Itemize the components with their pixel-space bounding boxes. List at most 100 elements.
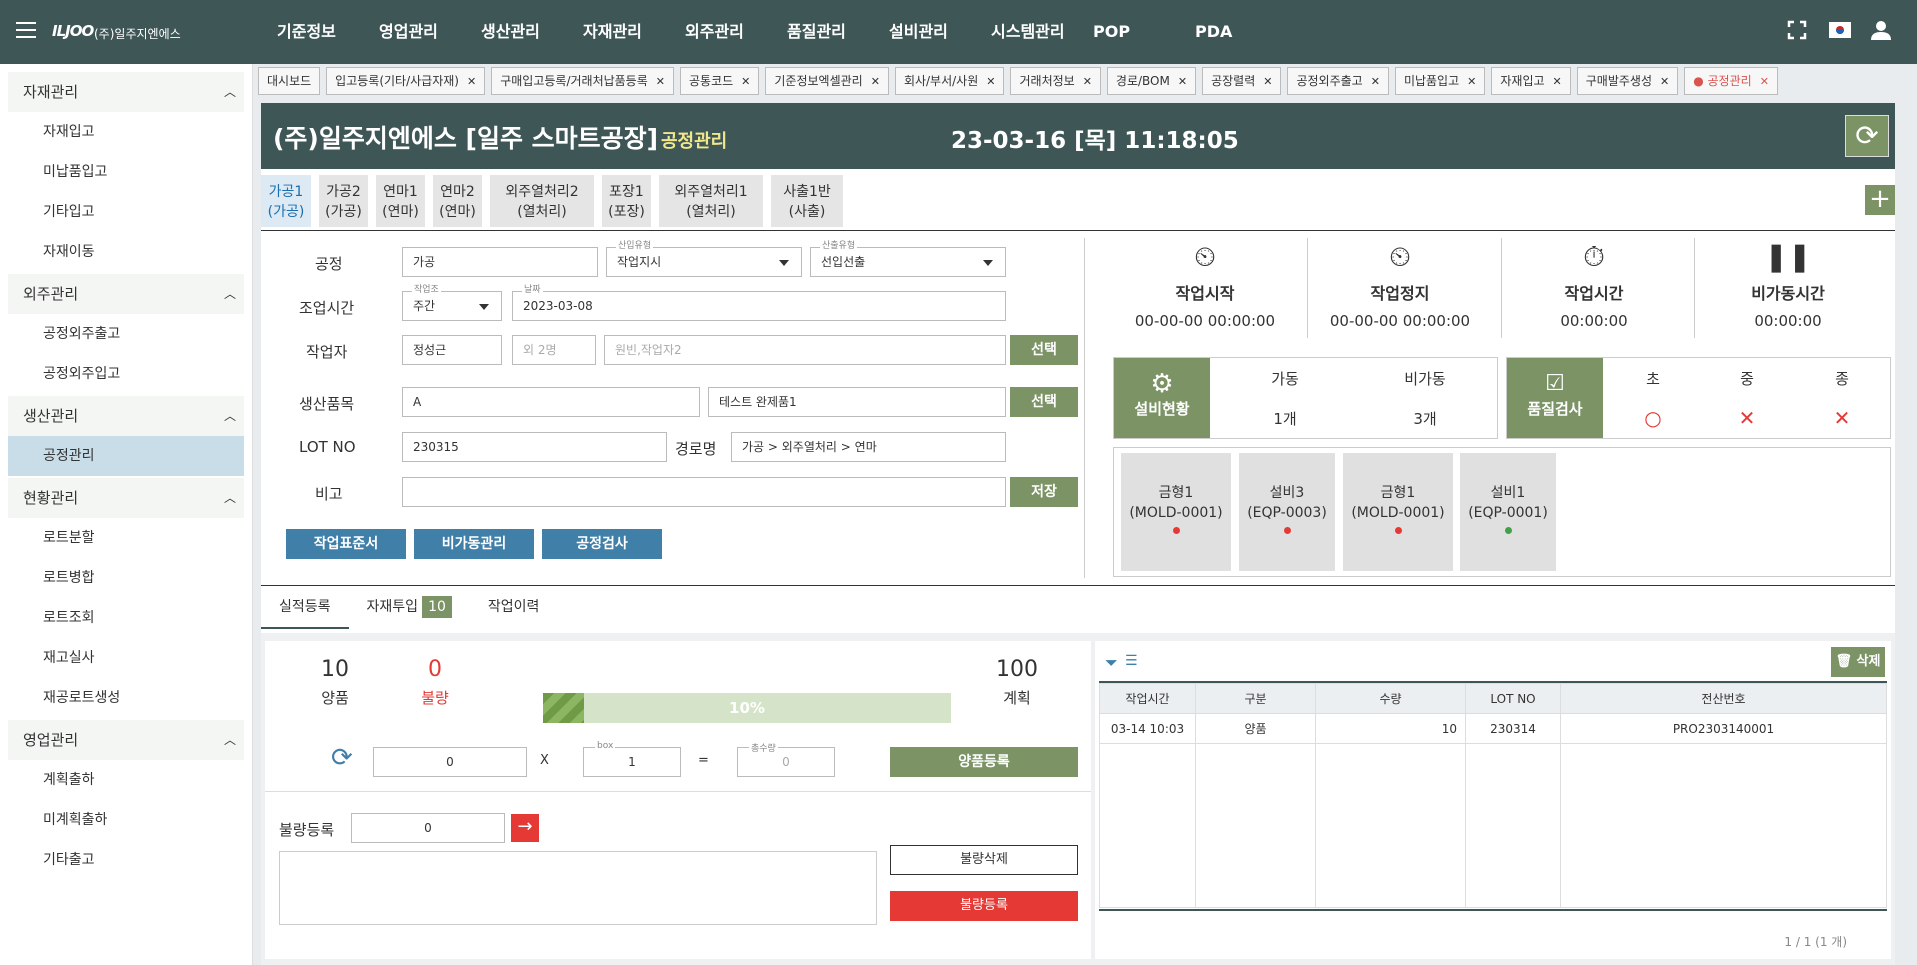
fullscreen-icon[interactable] [1787,20,1807,40]
work-standard-button[interactable]: 작업표준서 [286,529,406,559]
defect-quantity-field[interactable]: 0 [351,813,505,843]
close-icon[interactable]: ✕ [1263,75,1272,88]
shift-select[interactable]: 주간 [402,291,502,321]
inspection-button[interactable]: 공정검사 [542,529,662,559]
page-tab[interactable]: 공정외주출고 ✕ [1287,67,1389,95]
product-name-field[interactable]: 테스트 완제품1 [708,387,1006,417]
worker-field[interactable]: 정성근 [402,335,502,365]
close-icon[interactable]: ✕ [1178,75,1187,88]
page-tab[interactable]: 공통코드 ✕ [680,67,760,95]
page-tab[interactable]: 입고등록(기타/사급자재) ✕ [326,67,486,95]
sidebar-group-sales[interactable]: 영업관리 ︿ [8,720,244,760]
language-flag-icon[interactable] [1829,20,1851,40]
sidebar-item[interactable]: 자재입고 [8,112,244,152]
column-header[interactable]: 수량 [1315,683,1466,714]
defect-apply-icon[interactable]: → [511,814,539,842]
close-icon[interactable]: ✕ [1660,75,1669,88]
menu-item[interactable]: PDA [1195,0,1297,64]
defect-list[interactable] [279,851,877,925]
close-icon[interactable]: ✕ [986,75,995,88]
close-icon[interactable]: ✕ [1083,75,1092,88]
sidebar-item[interactable]: 기타출고 [8,840,244,880]
sidebar-item[interactable]: 기타입고 [8,192,244,232]
close-icon[interactable]: ✕ [1467,75,1476,88]
page-tab[interactable]: 구매발주생성 ✕ [1576,67,1679,95]
reset-icon[interactable]: ⟳ [331,743,353,773]
sidebar-group-status[interactable]: 현황관리 ︿ [8,478,244,518]
defect-delete-button[interactable]: 불량삭제 [890,845,1078,875]
close-icon[interactable]: ✕ [656,75,665,88]
page-tab[interactable]: 미납품입고 ✕ [1394,67,1486,95]
process-tab[interactable]: 가공2 (가공) [319,175,368,227]
defect-register-button[interactable]: 불량등록 [890,891,1078,921]
sidebar-item[interactable]: 로트조회 [8,598,244,638]
sidebar-item[interactable]: 공정외주출고 [8,314,244,354]
menu-item[interactable]: 품질관리 [787,0,889,64]
last-inspect-mark[interactable]: ✕ [1802,406,1882,430]
device-card[interactable]: 설비1 (EQP-0001) [1460,453,1556,571]
tab-performance[interactable]: 실적등록 [261,587,349,629]
page-tab[interactable]: 자재입고 ✕ [1491,67,1571,95]
menu-item[interactable]: 시스템관리 [991,0,1093,64]
page-tab[interactable]: 구매입고등록/거래처납품등록 ✕ [491,67,674,95]
page-tab[interactable]: 회사/부서/사원 ✕ [894,67,1005,95]
process-tab-active[interactable]: 가공1 (가공) [261,175,311,227]
close-icon[interactable]: ✕ [1760,75,1769,88]
sidebar-item[interactable]: 미계획출하 [8,800,244,840]
input-type-select[interactable]: 작업지시 [606,247,802,277]
product-code-field[interactable]: A [402,387,700,417]
menu-item[interactable]: 생산관리 [481,0,583,64]
page-tab[interactable]: 대시보드 [258,67,321,95]
sidebar-item-active[interactable]: 공정관리 [8,436,244,476]
sidebar-group-material[interactable]: 자재관리 ︿ [8,72,244,112]
device-card[interactable]: 설비3 (EQP-0003) [1239,453,1335,571]
column-header[interactable]: 작업시간 [1099,683,1196,714]
sidebar-item[interactable]: 공정외주입고 [8,354,244,394]
sidebar-group-outsourcing[interactable]: 외주관리 ︿ [8,274,244,314]
box-field[interactable]: 1 [583,747,681,777]
page-tab[interactable]: 경로/BOM ✕ [1106,67,1197,95]
save-button[interactable]: 저장 [1010,477,1078,507]
menu-item[interactable]: 외주관리 [685,0,787,64]
process-tab[interactable]: 사출1반 (사출) [771,175,843,227]
process-tab[interactable]: 외주열처리1 (열처리) [659,175,763,227]
sidebar-item[interactable]: 재공로트생성 [8,678,244,718]
tab-material-input[interactable]: 자재투입 10 [349,587,470,629]
tab-work-history[interactable]: 작업이력 [470,587,558,629]
middle-inspect-mark[interactable]: ✕ [1707,406,1787,430]
worker-extra-field[interactable]: 외 2명 [512,335,596,365]
select-worker-button[interactable]: 선택 [1010,335,1078,365]
quality-label-box[interactable]: ☑ 품질검사 [1507,358,1603,438]
page-tab[interactable]: 거래처정보 ✕ [1010,67,1101,95]
sidebar-group-production[interactable]: 생산관리 ︿ [8,396,244,436]
sidebar-item[interactable]: 재고실사 [8,638,244,678]
lot-field[interactable]: 230315 [402,432,667,462]
close-icon[interactable]: ✕ [741,75,750,88]
date-field[interactable]: 2023-03-08 [512,291,1006,321]
menu-item[interactable]: 기준정보 [277,0,379,64]
menu-item[interactable]: 설비관리 [889,0,991,64]
column-header[interactable]: LOT NO [1465,683,1561,714]
filter-icon[interactable]: ⏷ [1105,653,1118,673]
sidebar-item[interactable]: 자재이동 [8,232,244,272]
add-process-button[interactable]: + [1865,185,1895,215]
search-list-icon[interactable]: ☰ [1125,653,1138,669]
table-row[interactable]: 03-14 10:03 양품 10 230314 PRO2303140001 [1099,713,1887,744]
page-tab-active[interactable]: ● 공정관리 ✕ [1684,67,1778,95]
sidebar-item[interactable]: 로트병합 [8,558,244,598]
menu-item[interactable]: POP [1093,0,1195,64]
sidebar-item[interactable]: 계획출하 [8,760,244,800]
close-icon[interactable]: ✕ [1553,75,1562,88]
page-tab[interactable]: 공장렬력 ✕ [1202,67,1282,95]
device-card[interactable]: 금형1 (MOLD-0001) [1343,453,1453,571]
process-tab[interactable]: 연마2 (연마) [433,175,482,227]
page-tab[interactable]: 기준정보엑셀관리 ✕ [765,67,889,95]
process-tab[interactable]: 연마1 (연마) [376,175,425,227]
co-worker-field[interactable]: 원빈,작업자2 [604,335,1006,365]
hamburger-menu-icon[interactable] [16,22,36,38]
select-product-button[interactable]: 선택 [1010,387,1078,417]
menu-item[interactable]: 자재관리 [583,0,685,64]
column-header[interactable]: 구분 [1195,683,1316,714]
user-icon[interactable] [1871,20,1891,40]
column-header[interactable]: 전산번호 [1560,683,1887,714]
